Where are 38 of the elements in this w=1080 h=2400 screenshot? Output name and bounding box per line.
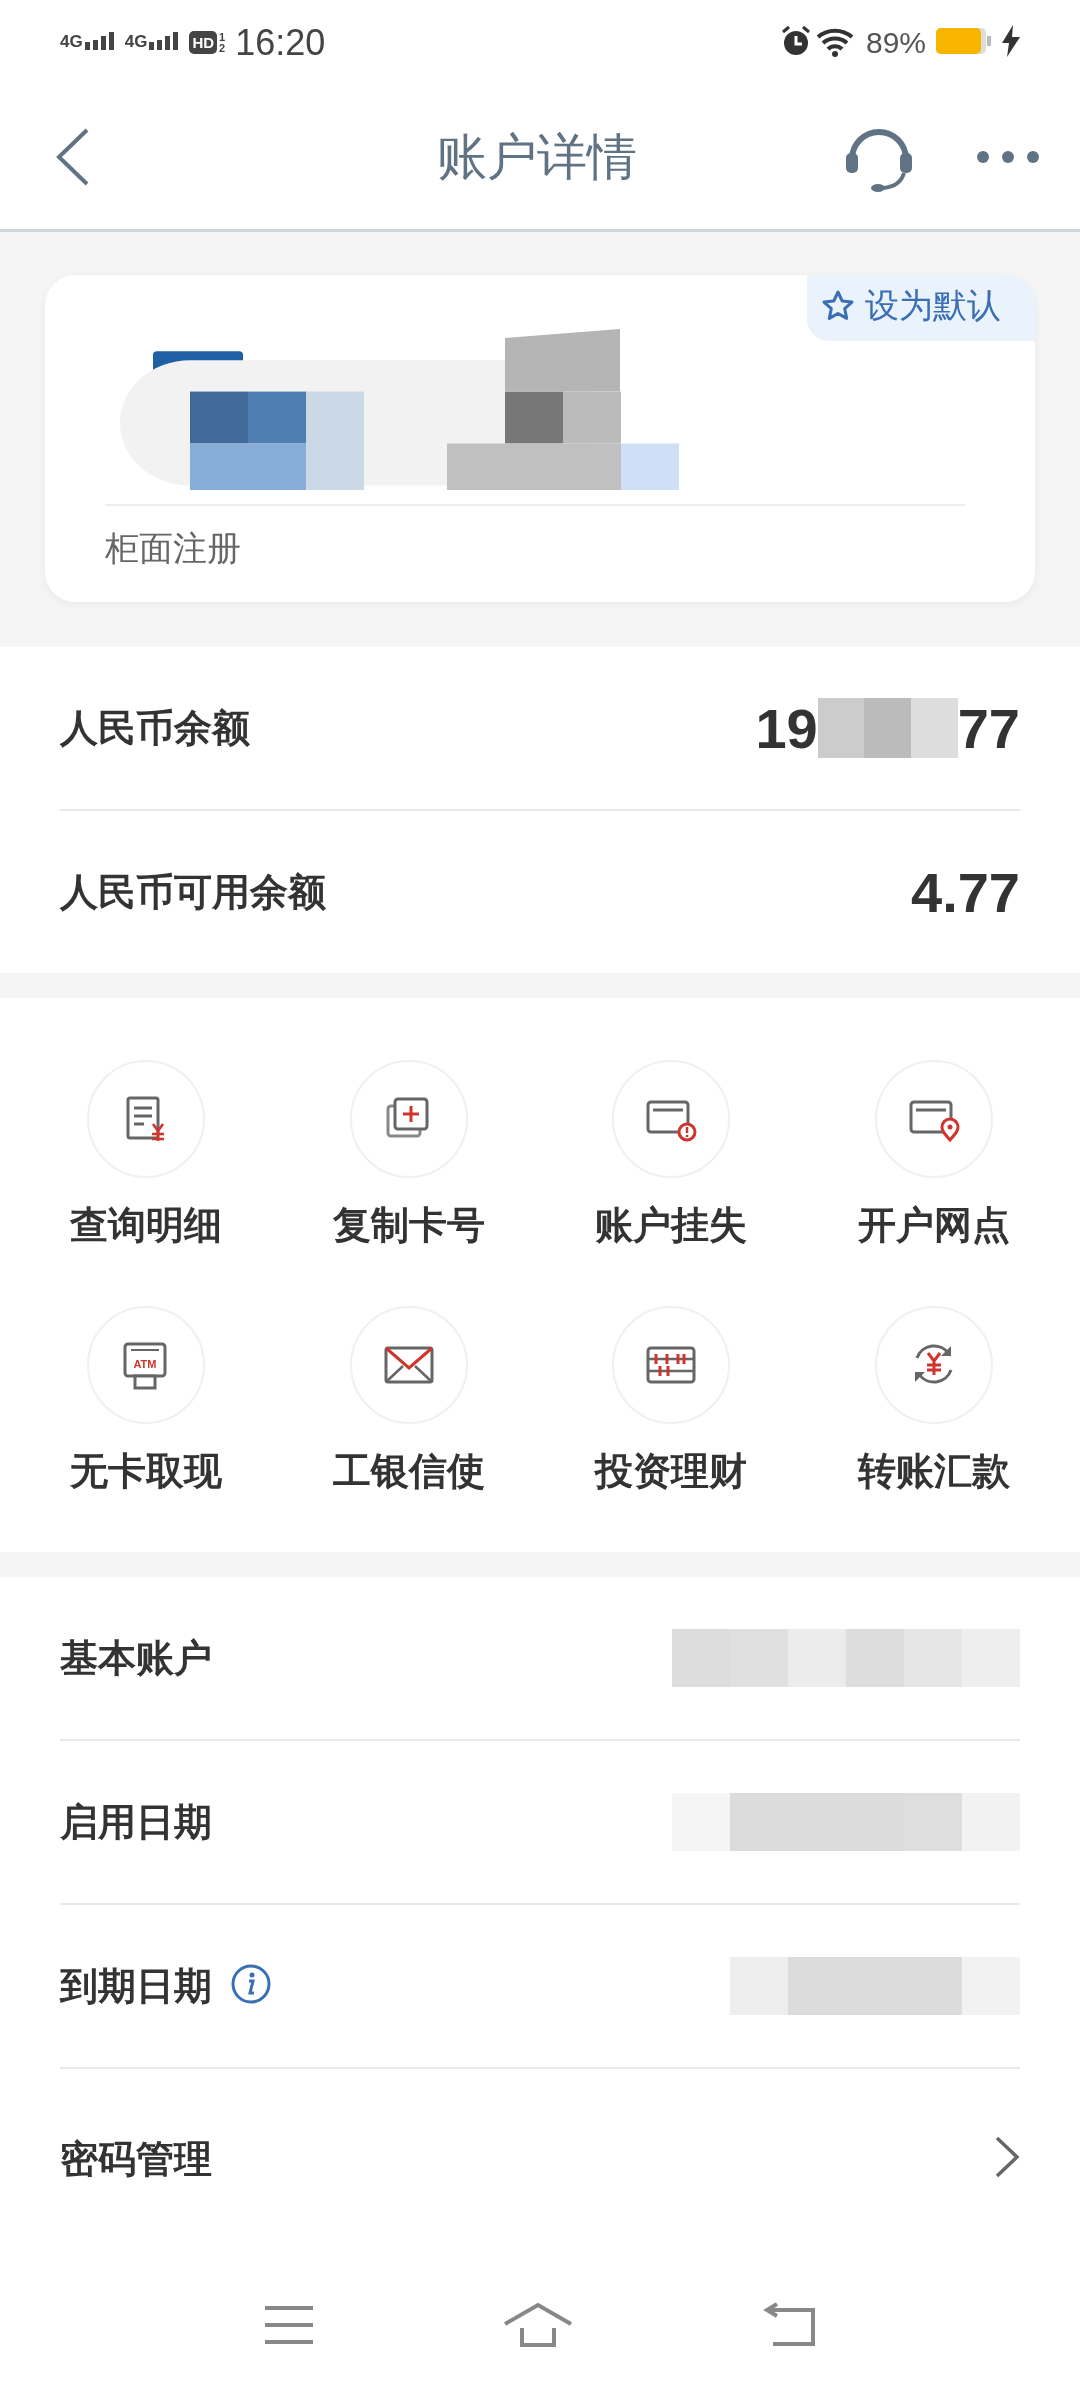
set-default-button[interactable]: 设为默认	[807, 275, 1035, 341]
detail-label: 基本账户	[60, 1635, 212, 1681]
info-icon[interactable]	[230, 1963, 272, 2005]
balance-label: 人民币可用余额	[60, 869, 326, 915]
action-button[interactable]: 复制卡号	[277, 1060, 540, 1251]
star-icon	[821, 289, 855, 323]
balance-label: 人民币余额	[60, 705, 250, 751]
balance-digits: 19	[755, 695, 818, 761]
home-icon[interactable]	[502, 2302, 574, 2348]
sim-mark: 1	[219, 31, 226, 43]
registration-label: 柜面注册	[105, 528, 242, 569]
balance-amount: 4.77	[911, 859, 1020, 925]
action-button[interactable]: 开户网点	[802, 1060, 1065, 1251]
action-button[interactable]: ATM 无卡取现	[15, 1306, 278, 1497]
alarm-icon	[779, 24, 812, 57]
page-title: 账户详情	[436, 127, 637, 187]
battery-icon	[936, 27, 992, 54]
action-button[interactable]: 投资理财	[540, 1306, 803, 1497]
sim-mark: 2	[219, 42, 226, 54]
wifi-icon	[815, 26, 856, 57]
more-icon[interactable]	[976, 150, 1040, 164]
action-button[interactable]: 账户挂失	[540, 1060, 803, 1251]
network-label: 4G	[124, 31, 148, 52]
action-button[interactable]: 工银信使	[277, 1306, 540, 1497]
signal-icon	[84, 31, 115, 50]
hd-badge: HD	[189, 31, 218, 54]
detail-label: 到期日期	[60, 1963, 212, 2009]
detail-label: 密码管理	[60, 2136, 212, 2182]
network-label: 4G	[60, 31, 83, 52]
clock-time: 16:20	[235, 21, 326, 64]
action-button[interactable]: 转账汇款	[802, 1306, 1065, 1497]
detail-label: 启用日期	[60, 1799, 212, 1845]
balance-digits: 77	[957, 695, 1020, 761]
battery-percent: 89%	[865, 25, 926, 60]
signal-icon	[149, 31, 180, 50]
action-button[interactable]: 查询明细	[15, 1060, 278, 1251]
menu-icon[interactable]	[263, 2305, 316, 2345]
back-button[interactable]	[55, 126, 91, 188]
